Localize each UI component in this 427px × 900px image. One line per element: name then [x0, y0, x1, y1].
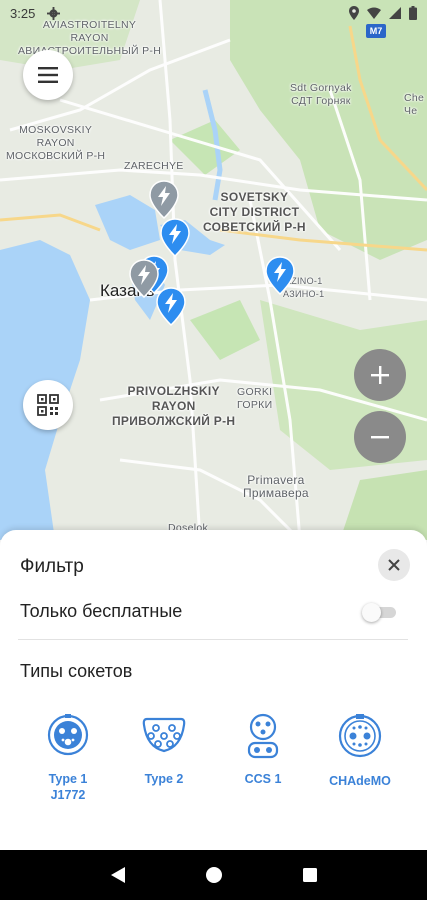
socket-ccs1[interactable]: CCS 1 — [223, 713, 303, 787]
socket-label: CHAdeMO — [329, 774, 391, 788]
map-label-che: Che Че — [404, 92, 425, 117]
ccs1-socket-icon — [247, 713, 279, 759]
socket-types-label: Типы сокетов — [20, 661, 133, 681]
map-label-privolzhsky: PRIVOLZHSKIY RAYON ПРИВОЛЖСКИЙ Р-Н — [112, 384, 236, 428]
filter-sheet: Фильтр Только бесплатные Типы сокетов Ty… — [0, 530, 427, 850]
close-button[interactable] — [378, 549, 410, 581]
type2-socket-icon — [142, 717, 186, 753]
status-bar: 3:25 — [0, 0, 427, 26]
map-label-gornyak: Sdt Gornyak СДТ Горняк — [290, 82, 352, 107]
qr-scan-button[interactable] — [23, 380, 73, 430]
map-label-sovetsky: SOVETSKY CITY DISTRICT СОВЕТСКИЙ Р-Н — [203, 190, 306, 234]
divider — [18, 639, 408, 640]
status-time: 3:25 — [10, 5, 36, 21]
zoom-in-button[interactable] — [354, 349, 406, 401]
android-nav-bar — [0, 850, 427, 900]
socket-label: CCS 1 — [244, 772, 282, 786]
zoom-out-button[interactable] — [354, 411, 406, 463]
close-icon — [388, 559, 400, 571]
toggle-thumb — [362, 603, 381, 622]
filter-title: Фильтр — [20, 556, 84, 577]
app-screen: AVIASTROITELNY RAYON АВИАСТРОИТЕЛЬНЫЙ Р-… — [0, 0, 427, 900]
free-only-toggle[interactable] — [362, 603, 396, 622]
map-label-gorki: GORKI ГОРКИ — [237, 386, 273, 411]
charger-pin-active[interactable] — [265, 256, 295, 296]
status-icons — [349, 6, 417, 20]
map-view[interactable]: AVIASTROITELNY RAYON АВИАСТРОИТЕЛЬНЫЙ Р-… — [0, 0, 427, 540]
charger-pin-active[interactable] — [160, 218, 190, 258]
back-icon[interactable] — [110, 866, 126, 884]
plus-icon — [371, 366, 389, 384]
charger-pin-active[interactable] — [156, 287, 186, 327]
qr-code-icon — [37, 394, 59, 416]
free-only-label: Только бесплатные — [20, 601, 183, 621]
hamburger-menu-icon — [38, 67, 58, 83]
charger-pin-inactive[interactable] — [149, 180, 179, 220]
menu-button[interactable] — [23, 50, 73, 100]
map-label-zarechye: ZARECHYE — [124, 160, 184, 172]
minus-icon — [371, 436, 389, 439]
recents-icon[interactable] — [302, 867, 318, 883]
socket-label: Type 2 — [144, 772, 184, 786]
socket-label: Type 1 J1772 — [48, 772, 88, 802]
type1-socket-icon — [47, 714, 89, 756]
wifi-icon — [367, 7, 381, 19]
location-icon — [349, 6, 359, 20]
settings-icon — [47, 6, 61, 20]
chademo-socket-icon — [338, 714, 382, 758]
road-badge: M7 — [366, 24, 386, 38]
map-label-moskovsky: MOSKOVSKIY RAYON МОСКОВСКИЙ Р-Н — [6, 124, 106, 162]
signal-icon — [389, 7, 401, 19]
socket-type1[interactable]: Type 1 J1772 — [28, 713, 108, 803]
map-label-primavera: Primavera Примавера — [243, 473, 309, 500]
home-icon[interactable] — [205, 866, 223, 884]
socket-type2[interactable]: Type 2 — [124, 713, 204, 787]
socket-chademo[interactable]: CHAdeMO — [320, 713, 400, 789]
battery-icon — [409, 6, 417, 20]
charger-pin-inactive[interactable] — [129, 259, 159, 299]
